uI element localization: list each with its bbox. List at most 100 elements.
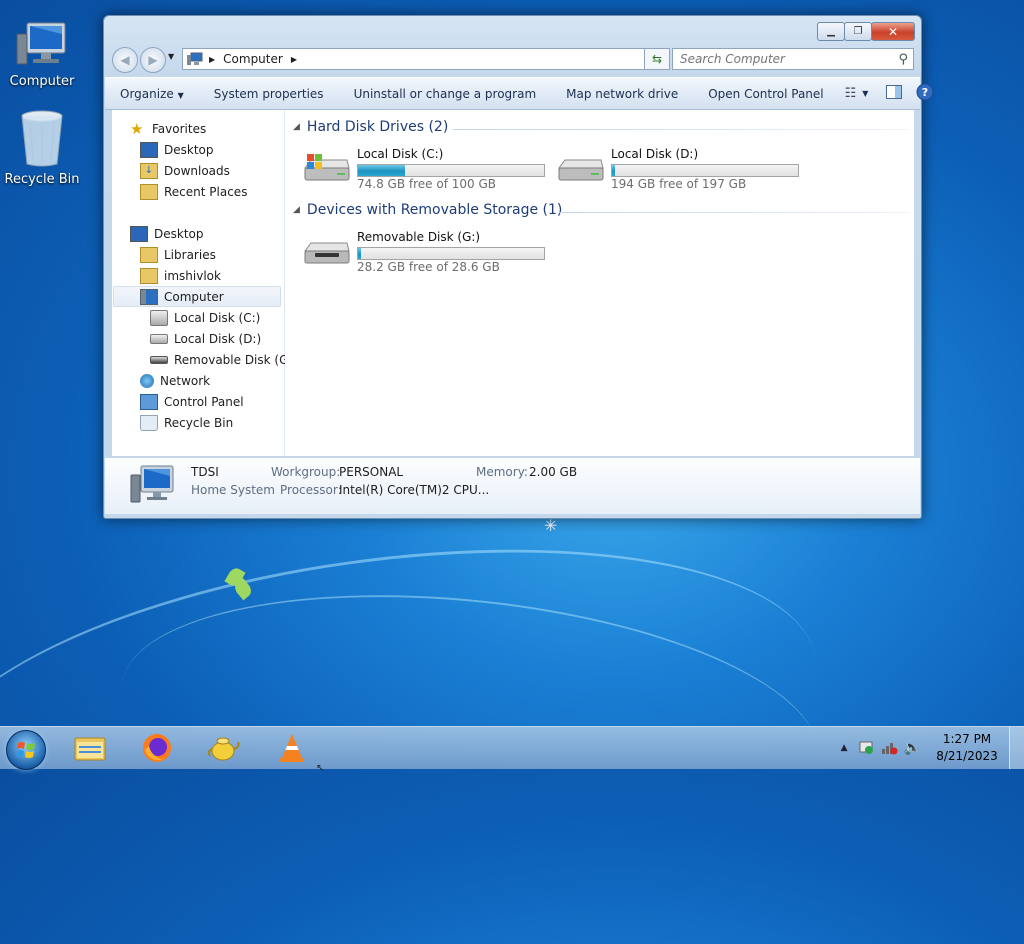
breadcrumb-computer[interactable]: Computer bbox=[223, 52, 283, 66]
breadcrumb-separator-icon[interactable]: ▶ bbox=[291, 55, 297, 64]
view-controls: ☷ ▼ ? bbox=[839, 83, 949, 104]
system-tray: ▲ 🔈 1:27 PM 8/21/2023 bbox=[841, 727, 1024, 769]
network-icon bbox=[140, 373, 154, 388]
desktop-icon-computer[interactable]: Computer bbox=[0, 20, 84, 89]
nav-label: Desktop bbox=[154, 226, 204, 241]
nav-label: Local Disk (C:) bbox=[174, 310, 261, 325]
group-divider bbox=[453, 129, 908, 130]
search-box[interactable]: ⚲ bbox=[672, 48, 914, 70]
nav-control-panel[interactable]: Control Panel bbox=[140, 391, 244, 412]
nav-network[interactable]: Network bbox=[140, 370, 210, 391]
nav-recent-places[interactable]: Recent Places bbox=[140, 181, 247, 202]
mouse-cursor-icon: ↖ bbox=[316, 763, 325, 774]
vlc-icon bbox=[280, 734, 304, 762]
forward-button[interactable]: ▶ bbox=[140, 47, 166, 73]
collapse-triangle-icon: ◢ bbox=[293, 122, 300, 132]
map-network-drive-button[interactable]: Map network drive bbox=[551, 87, 693, 101]
nav-desktop[interactable]: Desktop bbox=[130, 223, 204, 244]
recycle-bin-icon bbox=[21, 110, 63, 167]
breadcrumb-separator-icon[interactable]: ▶ bbox=[209, 55, 215, 64]
nav-desktop-favorite[interactable]: Desktop bbox=[140, 139, 214, 160]
organize-menu[interactable]: Organize ▼ bbox=[105, 87, 199, 101]
navigation-bar: ◀ ▶ ▼ ▶ Computer ▶ ▼ ⇆ ⚲ bbox=[112, 46, 915, 73]
show-desktop-button[interactable] bbox=[1009, 727, 1024, 769]
navigation-pane: ★ Favorites Desktop ↓ Downloads Recent Pla… bbox=[112, 110, 297, 456]
help-button[interactable]: ? bbox=[916, 83, 934, 104]
close-button[interactable]: ✕ bbox=[871, 22, 915, 41]
nav-favorites[interactable]: ★ Favorites bbox=[130, 118, 206, 139]
taskbar-teapot-app[interactable] bbox=[196, 729, 252, 767]
preview-pane-icon bbox=[886, 85, 903, 99]
processor-value: Intel(R) Core(TM)2 CPU... bbox=[339, 483, 490, 497]
address-bar[interactable]: ▶ Computer ▶ ▼ bbox=[182, 48, 668, 70]
removable-drive-icon bbox=[304, 242, 350, 264]
nav-label: Favorites bbox=[152, 121, 207, 136]
drive-tile-g[interactable]: Removable Disk (G:) 28.2 GB free of 28.6… bbox=[303, 229, 553, 277]
desktop-icon-recycle-bin[interactable]: Recycle Bin bbox=[0, 108, 84, 187]
search-icon[interactable]: ⚲ bbox=[898, 52, 908, 67]
chevron-down-icon: ▼ bbox=[177, 90, 184, 100]
downloads-icon: ↓ bbox=[140, 162, 158, 179]
uninstall-program-button[interactable]: Uninstall or change a program bbox=[339, 87, 552, 101]
drive-free-space: 74.8 GB free of 100 GB bbox=[357, 177, 496, 191]
drive-usage-fill bbox=[358, 248, 361, 259]
group-header-hard-disk-drives[interactable]: ◢ Hard Disk Drives (2) bbox=[293, 119, 448, 135]
drive-tile-c[interactable]: Local Disk (C:) 74.8 GB free of 100 GB bbox=[303, 146, 553, 194]
maximize-icon: ❐ bbox=[853, 26, 863, 37]
volume-icon[interactable]: 🔈 bbox=[904, 740, 921, 756]
workgroup-value: PERSONAL bbox=[339, 465, 404, 479]
taskbar-vlc[interactable] bbox=[264, 729, 320, 767]
minimize-button[interactable]: ▁ bbox=[817, 22, 845, 41]
taskbar-firefox[interactable] bbox=[129, 729, 185, 767]
computer-icon bbox=[16, 22, 66, 65]
recent-pages-dropdown[interactable]: ▼ bbox=[168, 52, 174, 61]
desktop-icon bbox=[130, 225, 148, 242]
view-dropdown-icon[interactable]: ▼ bbox=[862, 89, 886, 98]
command-bar: Organize ▼ System properties Uninstall o… bbox=[105, 77, 934, 110]
drive-free-space: 28.2 GB free of 28.6 GB bbox=[357, 260, 500, 274]
nav-label: Libraries bbox=[164, 247, 216, 262]
nav-label: Computer bbox=[164, 289, 224, 304]
hard-drive-icon bbox=[558, 159, 604, 181]
show-hidden-icons-button[interactable]: ▲ bbox=[841, 743, 848, 753]
computer-icon bbox=[130, 465, 174, 503]
taskbar-file-explorer[interactable] bbox=[62, 729, 118, 767]
group-label: Devices with Removable Storage (1) bbox=[306, 202, 563, 218]
drive-usage-fill bbox=[612, 165, 615, 176]
nav-label: Network bbox=[160, 373, 211, 388]
drive-tile-d[interactable]: Local Disk (D:) 194 GB free of 197 GB bbox=[557, 146, 807, 194]
start-button[interactable] bbox=[6, 730, 46, 770]
back-button[interactable]: ◀ bbox=[112, 47, 138, 73]
preview-pane-button[interactable] bbox=[886, 85, 916, 102]
open-control-panel-button[interactable]: Open Control Panel bbox=[693, 87, 838, 101]
search-input[interactable] bbox=[673, 51, 899, 67]
network-status-icon[interactable] bbox=[880, 739, 898, 758]
memory-value: 2.00 GB bbox=[529, 465, 578, 479]
organize-label: Organize bbox=[120, 86, 174, 101]
group-header-removable-storage[interactable]: ◢ Devices with Removable Storage (1) bbox=[293, 202, 562, 218]
nav-removable-disk-g[interactable]: Removable Disk (G:) bbox=[150, 349, 297, 370]
processor-label: Processor: bbox=[280, 483, 342, 497]
action-center-icon[interactable] bbox=[858, 739, 874, 758]
change-view-button[interactable]: ☷ bbox=[839, 86, 863, 101]
desktop-icon bbox=[140, 141, 158, 158]
nav-libraries[interactable]: Libraries bbox=[140, 244, 216, 265]
nav-local-disk-d[interactable]: Local Disk (D:) bbox=[150, 328, 261, 349]
svg-text:?: ? bbox=[922, 86, 928, 99]
nav-downloads[interactable]: ↓ Downloads bbox=[140, 160, 230, 181]
nav-label: Downloads bbox=[164, 163, 230, 178]
workgroup-label: Workgroup: bbox=[271, 465, 341, 479]
clock[interactable]: 1:27 PM 8/21/2023 bbox=[935, 731, 999, 765]
nav-computer[interactable]: Computer bbox=[113, 286, 281, 307]
nav-recycle-bin[interactable]: Recycle Bin bbox=[140, 412, 233, 433]
nav-local-disk-c[interactable]: Local Disk (C:) bbox=[150, 307, 260, 328]
refresh-button[interactable]: ⇆ bbox=[644, 48, 670, 70]
explorer-window: ▁ ❐ ✕ ◀ ▶ ▼ ▶ Computer ▶ ▼ ⇆ ⚲ Organize … bbox=[103, 15, 934, 519]
nav-label: Control Panel bbox=[164, 394, 244, 409]
nav-label: Recycle Bin bbox=[164, 415, 234, 430]
nav-label: Removable Disk (G:) bbox=[174, 352, 298, 367]
computer-icon bbox=[187, 52, 203, 65]
nav-user-folder[interactable]: imshivlok bbox=[140, 265, 221, 286]
maximize-button[interactable]: ❐ bbox=[844, 22, 872, 41]
system-properties-button[interactable]: System properties bbox=[199, 87, 339, 101]
